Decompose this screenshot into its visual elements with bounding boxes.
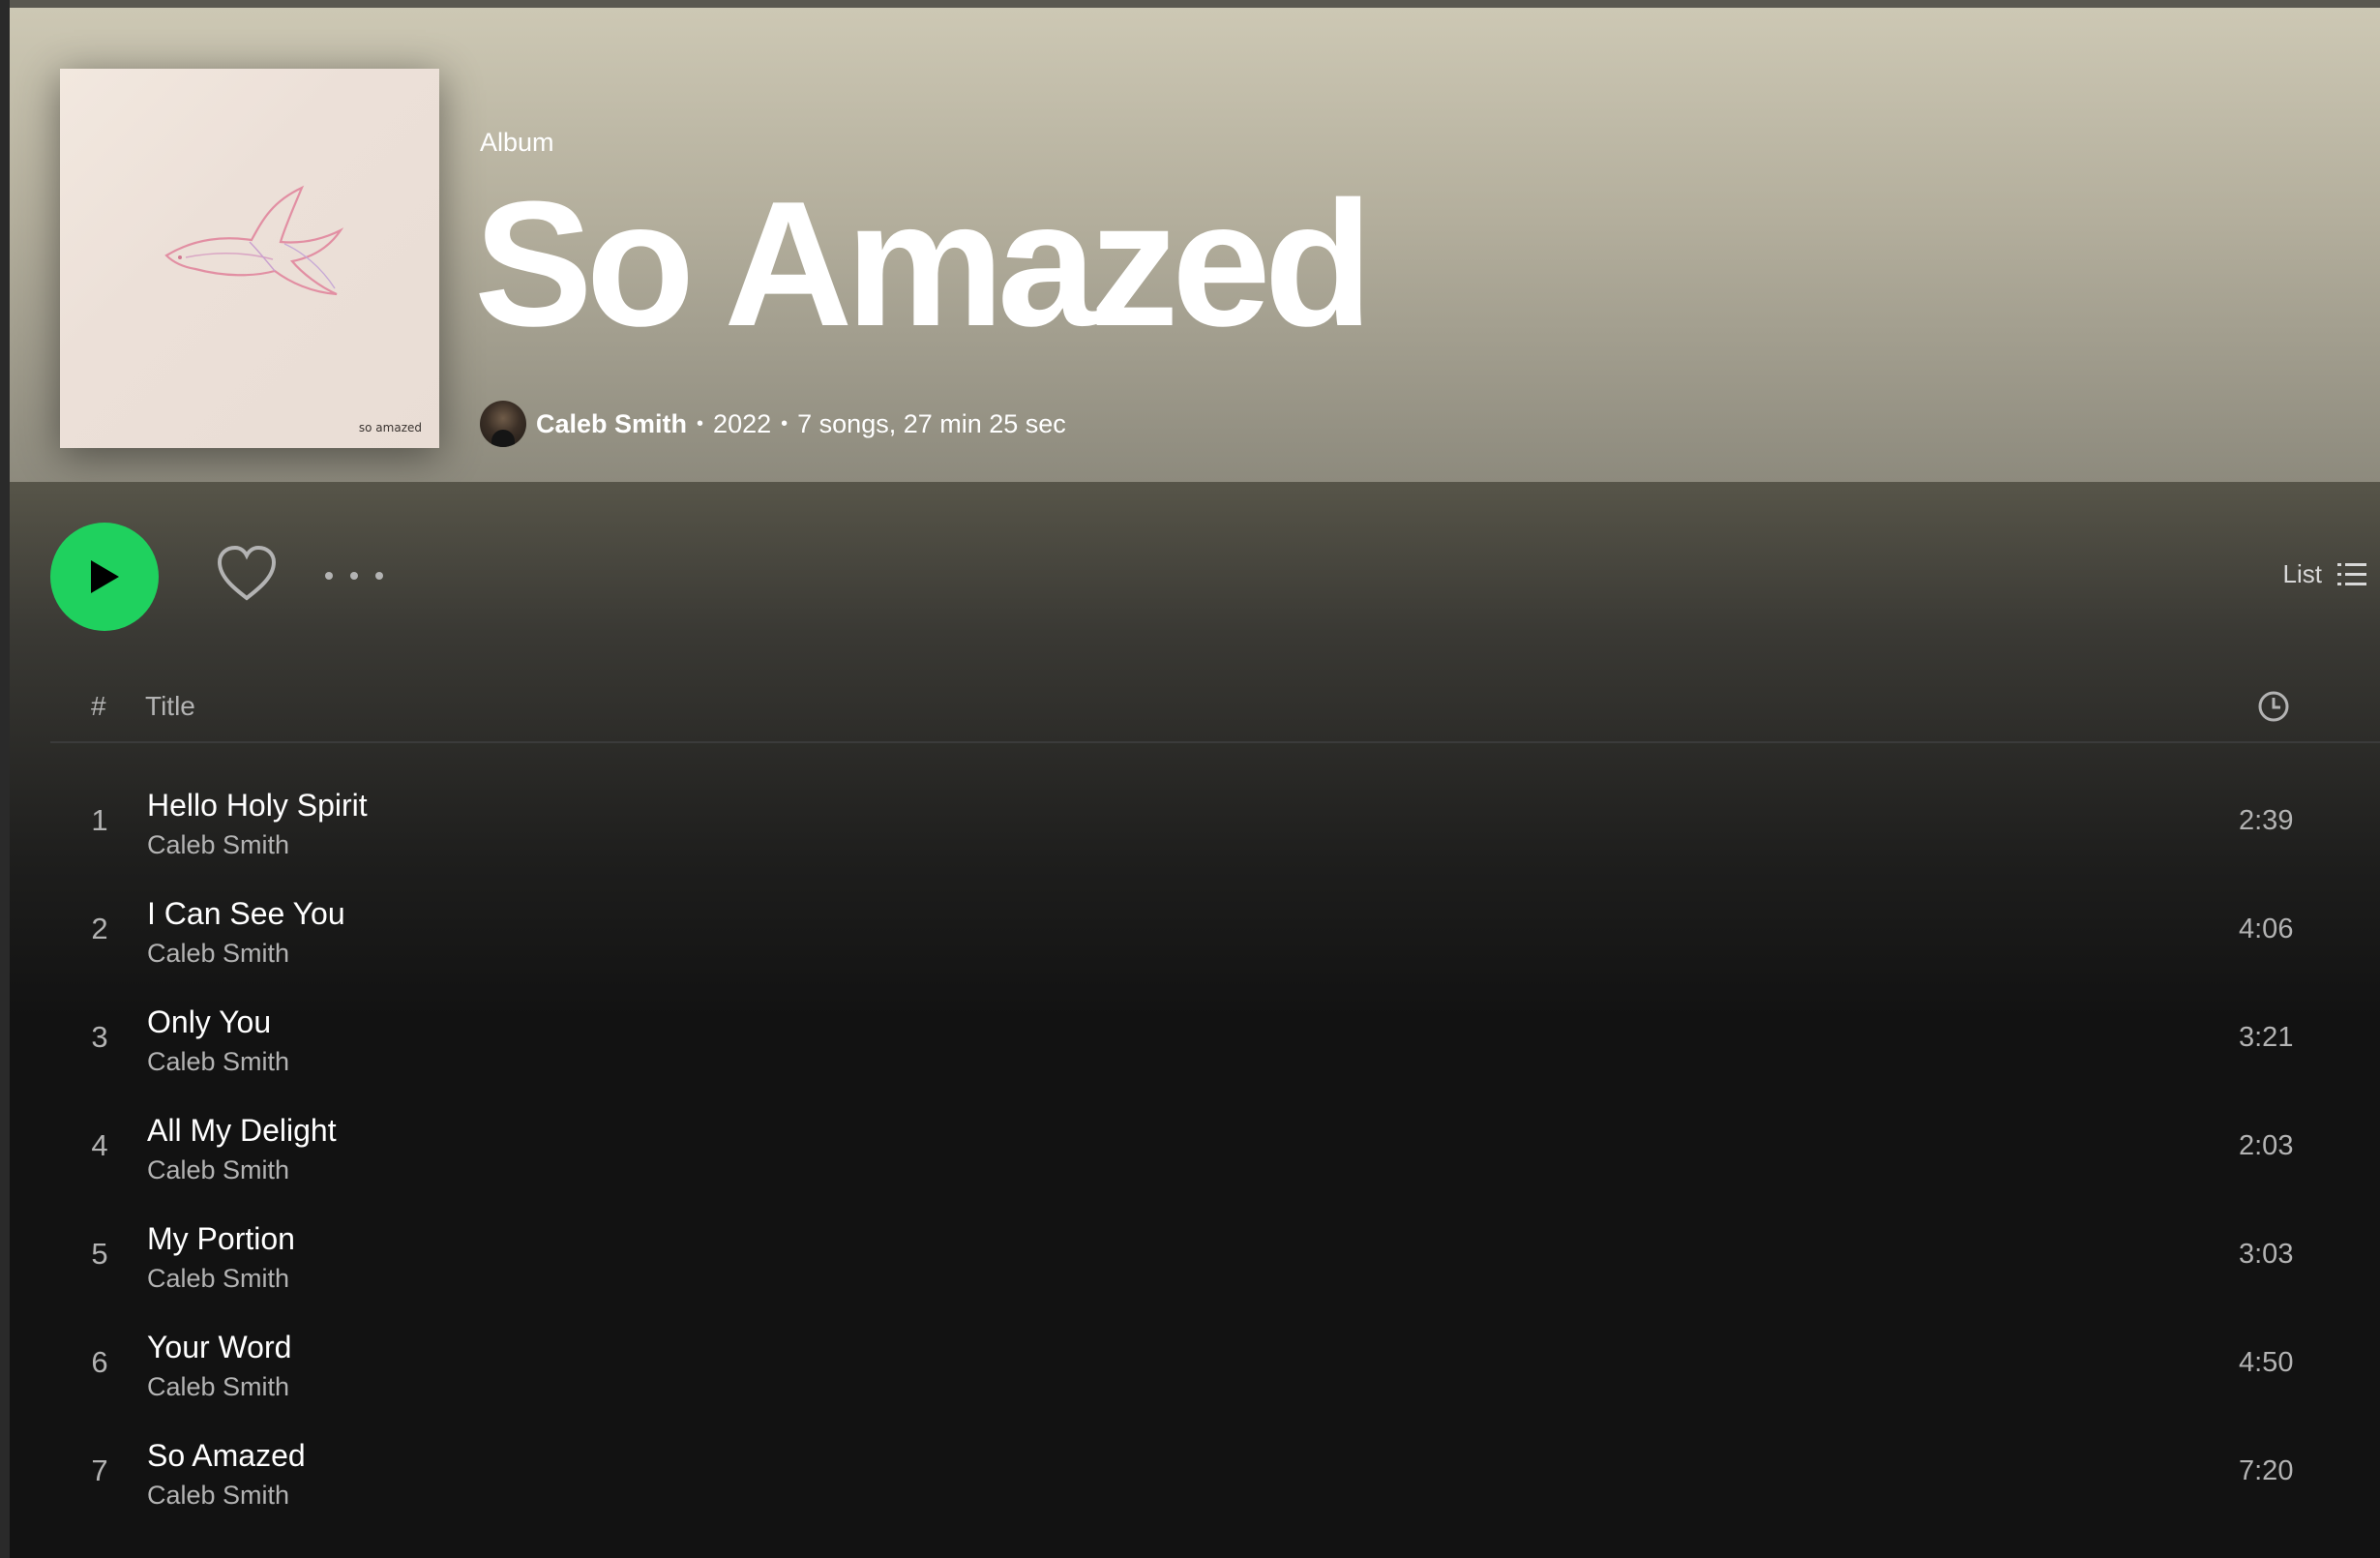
swallow-illustration — [164, 185, 344, 296]
track-row[interactable]: 1 Hello Holy Spirit Caleb Smith 2:39 — [50, 768, 2380, 877]
track-duration: 3:03 — [2239, 1239, 2294, 1270]
track-row[interactable]: 7 So Amazed Caleb Smith 7:20 — [50, 1419, 2380, 1527]
more-options-icon — [350, 572, 358, 580]
track-number: 6 — [91, 1345, 108, 1379]
track-artist[interactable]: Caleb Smith — [147, 939, 289, 969]
track-duration: 7:20 — [2239, 1455, 2294, 1486]
track-number: 1 — [91, 803, 108, 837]
heart-icon — [217, 545, 277, 601]
more-options-icon — [375, 572, 383, 580]
track-row[interactable]: 4 All My Delight Caleb Smith 2:03 — [50, 1094, 2380, 1202]
column-duration-header — [2256, 689, 2291, 729]
more-options-button[interactable] — [325, 561, 383, 590]
column-number-header: # — [91, 691, 106, 721]
meta-separator: • — [781, 412, 788, 434]
track-title[interactable]: All My Delight — [147, 1113, 337, 1149]
column-title-header: Title — [145, 691, 195, 721]
album-summary: 7 songs, 27 min 25 sec — [797, 408, 1066, 438]
artist-link[interactable]: Caleb Smith — [536, 409, 687, 439]
track-duration: 3:21 — [2239, 1022, 2294, 1053]
track-number: 3 — [91, 1020, 108, 1054]
album-header: so amazed Album So Amazed Caleb Smith • … — [10, 8, 2380, 482]
track-artist[interactable]: Caleb Smith — [147, 1264, 289, 1294]
album-meta: Caleb Smith • 2022 • 7 songs, 27 min 25 … — [480, 401, 1066, 447]
track-title[interactable]: Only You — [147, 1004, 271, 1040]
window-left-edge — [0, 0, 10, 1558]
track-number: 5 — [91, 1237, 108, 1271]
track-duration: 2:39 — [2239, 805, 2294, 836]
track-row[interactable]: 6 Your Word Caleb Smith 4:50 — [50, 1310, 2380, 1419]
track-title[interactable]: I Can See You — [147, 896, 345, 932]
artist-avatar[interactable] — [480, 401, 526, 447]
play-icon — [91, 560, 119, 593]
list-view-icon — [2337, 562, 2366, 585]
track-artist[interactable]: Caleb Smith — [147, 1372, 289, 1402]
track-list: 1 Hello Holy Spirit Caleb Smith 2:39 2 I… — [50, 768, 2380, 1527]
track-row[interactable]: 5 My Portion Caleb Smith 3:03 — [50, 1202, 2380, 1310]
track-artist[interactable]: Caleb Smith — [147, 1481, 289, 1511]
album-cover[interactable]: so amazed — [60, 69, 439, 448]
track-number: 2 — [91, 912, 108, 945]
more-options-icon — [325, 572, 333, 580]
track-number: 4 — [91, 1128, 108, 1162]
play-button[interactable] — [50, 523, 159, 631]
track-duration: 4:06 — [2239, 914, 2294, 944]
track-title[interactable]: Your Word — [147, 1330, 291, 1365]
track-duration: 2:03 — [2239, 1130, 2294, 1161]
release-year: 2022 — [713, 408, 772, 438]
album-page: so amazed Album So Amazed Caleb Smith • … — [0, 0, 2380, 1558]
clock-icon — [2258, 691, 2289, 722]
track-row[interactable]: 2 I Can See You Caleb Smith 4:06 — [50, 877, 2380, 985]
track-title[interactable]: So Amazed — [147, 1438, 306, 1474]
window-top-edge — [0, 0, 2380, 8]
track-duration: 4:50 — [2239, 1347, 2294, 1378]
track-artist[interactable]: Caleb Smith — [147, 1155, 289, 1185]
track-title[interactable]: Hello Holy Spirit — [147, 788, 368, 824]
album-title: So Amazed — [474, 164, 1373, 363]
track-row[interactable]: 3 Only You Caleb Smith 3:21 — [50, 985, 2380, 1094]
track-artist[interactable]: Caleb Smith — [147, 1047, 289, 1077]
track-table-header: # Title — [50, 683, 2380, 743]
album-kind-label: Album — [480, 128, 554, 157]
cover-caption: so amazed — [358, 421, 422, 434]
view-mode-toggle[interactable]: List — [2283, 559, 2366, 589]
track-title[interactable]: My Portion — [147, 1221, 295, 1257]
like-button[interactable] — [215, 544, 279, 609]
track-artist[interactable]: Caleb Smith — [147, 830, 289, 860]
view-mode-label: List — [2282, 559, 2322, 588]
track-number: 7 — [91, 1453, 108, 1487]
meta-separator: • — [697, 412, 704, 434]
